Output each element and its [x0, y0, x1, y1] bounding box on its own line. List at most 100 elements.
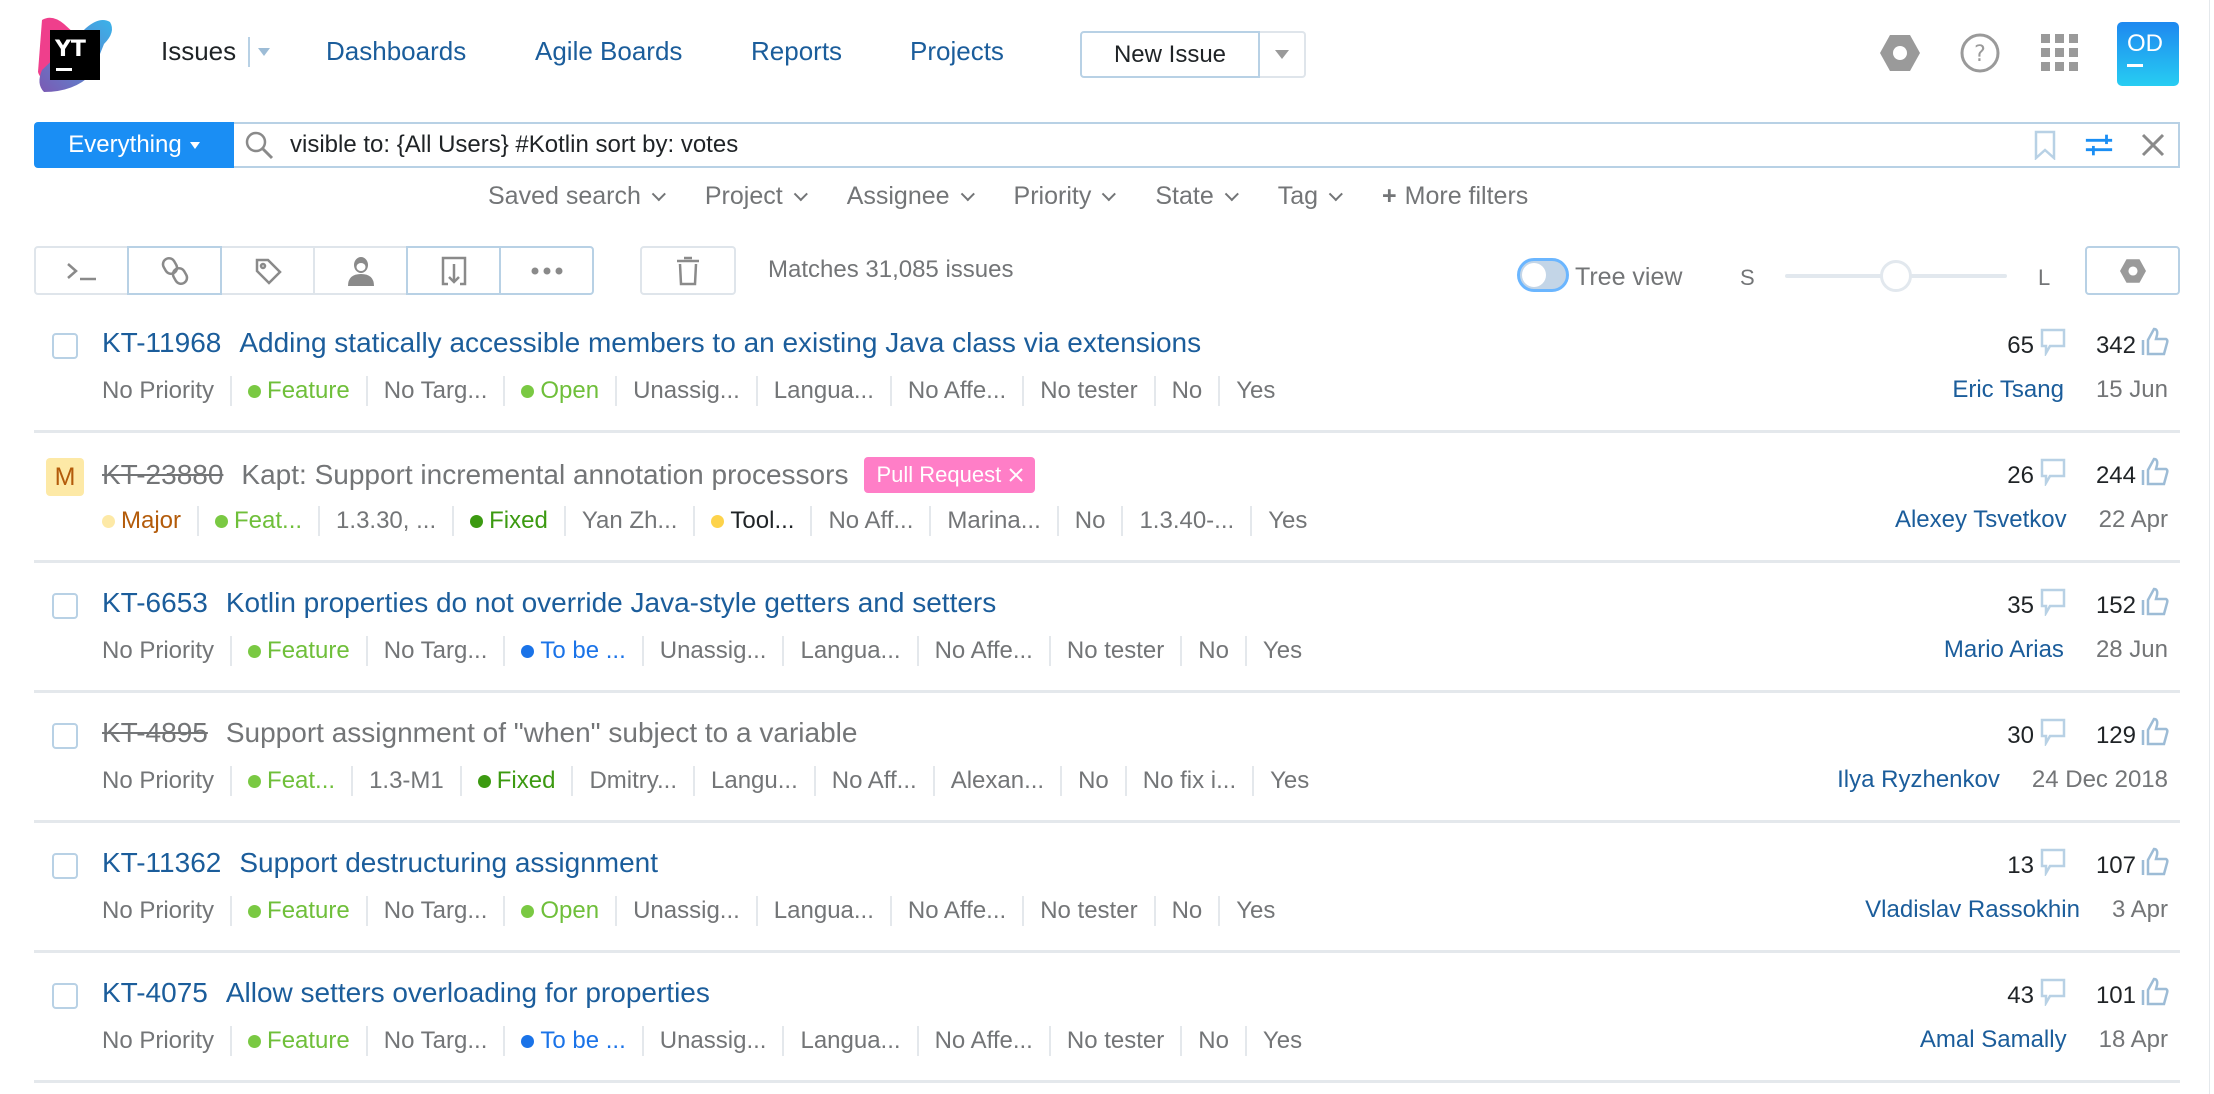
- issue-id[interactable]: KT-4075: [102, 977, 208, 1009]
- issue-field[interactable]: Fixed: [462, 766, 574, 796]
- issue-field[interactable]: No Priority: [102, 376, 233, 406]
- help-icon[interactable]: ?: [1957, 30, 2003, 76]
- scrollbar-track[interactable]: [2209, 0, 2210, 1094]
- more-filters-button[interactable]: + More filters: [1382, 182, 1528, 211]
- reporter-name[interactable]: Mario Arias: [1944, 636, 2064, 664]
- reporter-name[interactable]: Vladislav Rassokhin: [1865, 896, 2080, 924]
- issue-field[interactable]: Unassig...: [644, 1026, 785, 1056]
- new-issue-button[interactable]: New Issue: [1080, 31, 1260, 78]
- link-button[interactable]: [127, 246, 222, 295]
- nav-dashboards[interactable]: Dashboards: [326, 36, 466, 67]
- issue-field[interactable]: No fix i...: [1127, 766, 1255, 796]
- issue-field[interactable]: Unassig...: [644, 636, 785, 666]
- priority-badge[interactable]: M: [46, 458, 84, 496]
- filter-tag[interactable]: Tag: [1278, 182, 1343, 211]
- issue-field[interactable]: Yan Zh...: [566, 506, 696, 536]
- issue-field[interactable]: Yes: [1247, 636, 1318, 666]
- issue-field[interactable]: No Affe...: [892, 376, 1025, 406]
- delete-button[interactable]: [640, 246, 736, 295]
- issue-row[interactable]: KT-6653 Kotlin properties do not override…: [34, 563, 2180, 693]
- tag-button[interactable]: [220, 246, 315, 295]
- votes-count[interactable]: 107: [2096, 847, 2170, 884]
- command-button[interactable]: [34, 246, 129, 295]
- issue-field[interactable]: Feat...: [232, 766, 354, 796]
- chevron-down-icon[interactable]: [258, 47, 271, 56]
- comments-count[interactable]: 65: [2007, 328, 2066, 363]
- reporter-name[interactable]: Amal Samally: [1920, 1026, 2067, 1054]
- issue-field[interactable]: Major: [102, 506, 200, 536]
- issue-summary[interactable]: Support assignment of "when" subject to …: [226, 717, 858, 749]
- issue-field[interactable]: Langua...: [758, 376, 892, 406]
- comments-count[interactable]: 13: [2007, 848, 2066, 883]
- issue-field[interactable]: Marina...: [931, 506, 1059, 536]
- votes-count[interactable]: 101: [2096, 977, 2170, 1014]
- votes-count[interactable]: 129: [2096, 717, 2170, 754]
- issue-field[interactable]: No: [1156, 376, 1221, 406]
- issue-field[interactable]: Yes: [1220, 376, 1291, 406]
- issue-field[interactable]: Feature: [232, 376, 368, 406]
- nav-agile-boards[interactable]: Agile Boards: [535, 36, 682, 67]
- issue-row[interactable]: KT-11968 Adding statically accessible mem…: [34, 303, 2180, 433]
- issue-field[interactable]: Dmitry...: [573, 766, 695, 796]
- issue-id[interactable]: KT-11968: [102, 327, 221, 359]
- issue-field[interactable]: Langua...: [784, 636, 919, 666]
- issue-summary[interactable]: Adding statically accessible members to …: [239, 327, 1201, 359]
- issue-checkbox[interactable]: [52, 983, 78, 1009]
- issue-field[interactable]: Yes: [1254, 766, 1325, 796]
- nav-projects[interactable]: Projects: [910, 36, 1004, 67]
- issue-field[interactable]: 1.3-M1: [353, 766, 462, 796]
- more-actions-button[interactable]: [499, 246, 594, 295]
- issue-summary[interactable]: Support destructuring assignment: [239, 847, 658, 879]
- issue-field[interactable]: Yes: [1247, 1026, 1318, 1056]
- issue-field[interactable]: No Targ...: [368, 896, 506, 926]
- issue-field[interactable]: No Targ...: [368, 376, 506, 406]
- comments-count[interactable]: 35: [2007, 588, 2066, 623]
- issue-field[interactable]: Langua...: [758, 896, 892, 926]
- issue-field[interactable]: No Priority: [102, 766, 233, 796]
- issue-field[interactable]: 1.3.40-...: [1123, 506, 1253, 536]
- apps-grid-icon[interactable]: [2037, 30, 2083, 76]
- nav-issues-label[interactable]: Issues: [161, 36, 236, 67]
- issue-field[interactable]: Feature: [232, 636, 368, 666]
- issue-field[interactable]: No: [1182, 636, 1247, 666]
- issue-field[interactable]: Feature: [232, 1026, 368, 1056]
- issue-field[interactable]: Unassig...: [617, 376, 758, 406]
- issue-field[interactable]: Alexan...: [935, 766, 1063, 796]
- list-settings-button[interactable]: [2085, 246, 2180, 295]
- comments-count[interactable]: 30: [2007, 718, 2066, 753]
- issue-summary[interactable]: Kapt: Support incremental annotation pro…: [241, 459, 848, 491]
- issue-checkbox[interactable]: [52, 593, 78, 619]
- issue-field[interactable]: 1.3.30, ...: [320, 506, 455, 536]
- issue-field[interactable]: No Priority: [102, 1026, 233, 1056]
- issue-field[interactable]: No tester: [1051, 1026, 1183, 1056]
- export-button[interactable]: [406, 246, 501, 295]
- issue-field[interactable]: Langua...: [784, 1026, 919, 1056]
- issue-field[interactable]: No tester: [1024, 896, 1156, 926]
- reporter-name[interactable]: Alexey Tsvetkov: [1895, 506, 2067, 534]
- issue-field[interactable]: No Affe...: [919, 1026, 1051, 1056]
- nav-issues[interactable]: Issues: [161, 36, 271, 67]
- issue-field[interactable]: No Aff...: [812, 506, 932, 536]
- filter-assignee[interactable]: Assignee: [847, 182, 975, 211]
- votes-count[interactable]: 152: [2096, 587, 2170, 624]
- issue-field[interactable]: Fixed: [454, 506, 566, 536]
- issue-field[interactable]: No Targ...: [368, 636, 506, 666]
- filter-project[interactable]: Project: [705, 182, 808, 211]
- remove-tag-icon[interactable]: [1009, 468, 1023, 482]
- issue-summary[interactable]: Kotlin properties do not override Java-s…: [226, 587, 996, 619]
- issue-field[interactable]: Feature: [232, 896, 368, 926]
- search-input[interactable]: [290, 131, 1990, 159]
- issue-field[interactable]: No Affe...: [892, 896, 1025, 926]
- issue-checkbox[interactable]: [52, 723, 78, 749]
- filter-state[interactable]: State: [1155, 182, 1239, 211]
- issue-id[interactable]: KT-23880: [102, 459, 223, 491]
- issue-summary[interactable]: Allow setters overloading for properties: [226, 977, 710, 1009]
- issue-field[interactable]: No tester: [1024, 376, 1156, 406]
- issue-field[interactable]: Langu...: [695, 766, 816, 796]
- settings-icon[interactable]: [1877, 30, 1923, 76]
- issue-field[interactable]: To be ...: [505, 1026, 644, 1056]
- issue-field[interactable]: No Aff...: [816, 766, 935, 796]
- votes-count[interactable]: 244: [2096, 457, 2170, 494]
- issue-tag[interactable]: Pull Request: [864, 457, 1036, 493]
- issue-field[interactable]: Unassig...: [617, 896, 758, 926]
